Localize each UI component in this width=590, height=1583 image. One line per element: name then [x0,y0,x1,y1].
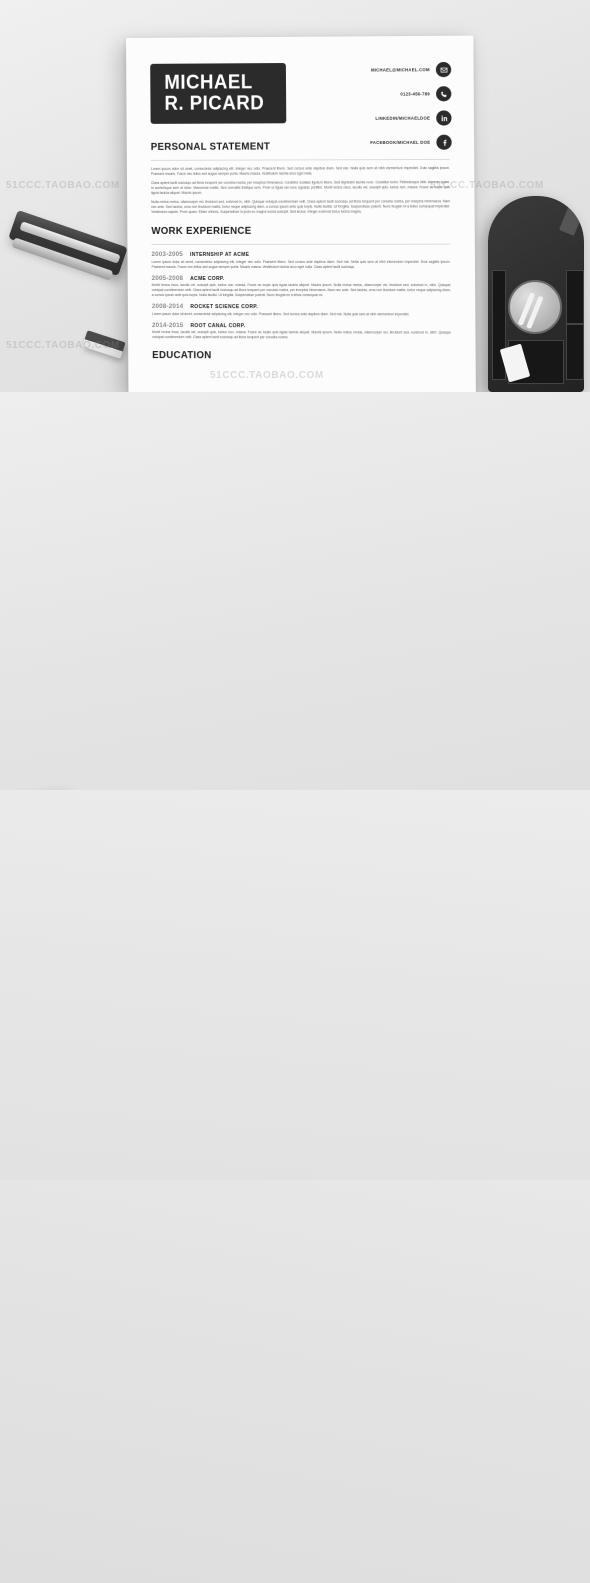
features-panel: PRINTREADY FULLYEDITABLE PSD PHOTOSHOPFI… [0,1180,590,1583]
job-description: Morbi lectus risus, iaculis vel, suscipi… [152,330,451,341]
watermark: 51CCC.TAOBAO.COM [6,180,120,191]
contact-phone-text: 0123-456-789 [400,91,430,96]
name-line-2: R. PICARD [164,93,264,115]
job-title: INTERNSHIP AT ACME [190,252,249,258]
envelope-icon [436,62,451,77]
organizer-slot [566,270,584,324]
job-description: Morbi lectus risus, iaculis vel, suscipi… [152,283,451,298]
phone-icon [436,86,451,101]
job-title: ROOT CANAL CORP. [190,323,245,329]
hero-mockup-panel: MICHAEL R. PICARD MICHAEL@MICHAEL.COM 01… [0,0,590,392]
organizer-slot [566,324,584,380]
desk-organizer-prop [488,196,584,392]
contact-row-linkedin: LINKEDIN/MICHAELDOE [322,110,452,126]
linkedin-icon [436,110,451,125]
job-years: 2008-2014 [152,303,184,310]
resume-name-block: MICHAEL R. PICARD [150,63,286,124]
facebook-icon [436,135,451,150]
job-entry: 2014-2015 ROOT CANAL CORP. Morbi lectus … [152,322,451,341]
work-experience-list: 2003-2005 INTERNSHIP AT ACME Lorem ipsum… [151,251,451,341]
section-heading-personal-statement: PERSONAL STATEMENT [151,140,426,153]
job-years: 2014-2015 [152,322,184,329]
mockup-preview-page: MICHAEL R. PICARD MICHAEL@MICHAEL.COM 01… [0,0,590,1583]
job-description: Lorem ipsum dolor sit amet, consectetur … [152,312,451,317]
name-line-1: MICHAEL [164,72,264,94]
job-description: Lorem ipsum dolor sit amet, consectetur … [152,259,451,269]
personal-statement-paragraph: Class aptent taciti sociosqu ad litora t… [151,180,450,196]
job-entry: 2008-2014 ROCKET SCIENCE CORP. Lorem ips… [152,303,451,317]
eraser-prop [82,330,125,359]
job-title: ROCKET SCIENCE CORP. [190,304,258,310]
contact-email-text: MICHAEL@MICHAEL.COM [371,67,430,72]
section-heading-work-experience: WORK EXPERIENCE [151,225,426,237]
duo-mockup-panel: MICHAEL R. PICARD MICHAEL@MICHAEL.COM 01… [0,392,590,790]
organizer-brush-prop [559,202,584,236]
contact-row-email: MICHAEL@MICHAEL.COM [321,62,451,78]
job-entry: 2003-2005 INTERNSHIP AT ACME Lorem ipsum… [151,251,450,270]
contact-linkedin-text: LINKEDIN/MICHAELDOE [375,116,430,121]
job-years: 2003-2005 [151,251,183,258]
personal-statement-paragraph: Nulla metus metus, ullamcorper vel, tinc… [151,199,450,215]
section-heading-education: EDUCATION [152,349,427,362]
divider [151,244,450,245]
social-icons-panel: Bē 51CCC.TAOBAO.COM [0,790,590,1180]
personal-statement-paragraph: Lorem ipsum dolor sit amet, consectetur … [151,166,450,177]
organizer-disc-prop [508,280,562,334]
hero-resume-document: MICHAEL R. PICARD MICHAEL@MICHAEL.COM 01… [126,36,476,392]
contact-row-phone: 0123-456-789 [321,86,451,102]
job-years: 2005-2008 [152,274,184,281]
job-entry: 2005-2008 ACME CORP. Morbi lectus risus,… [152,274,451,298]
divider [151,159,450,161]
job-title: ACME CORP. [190,275,225,281]
